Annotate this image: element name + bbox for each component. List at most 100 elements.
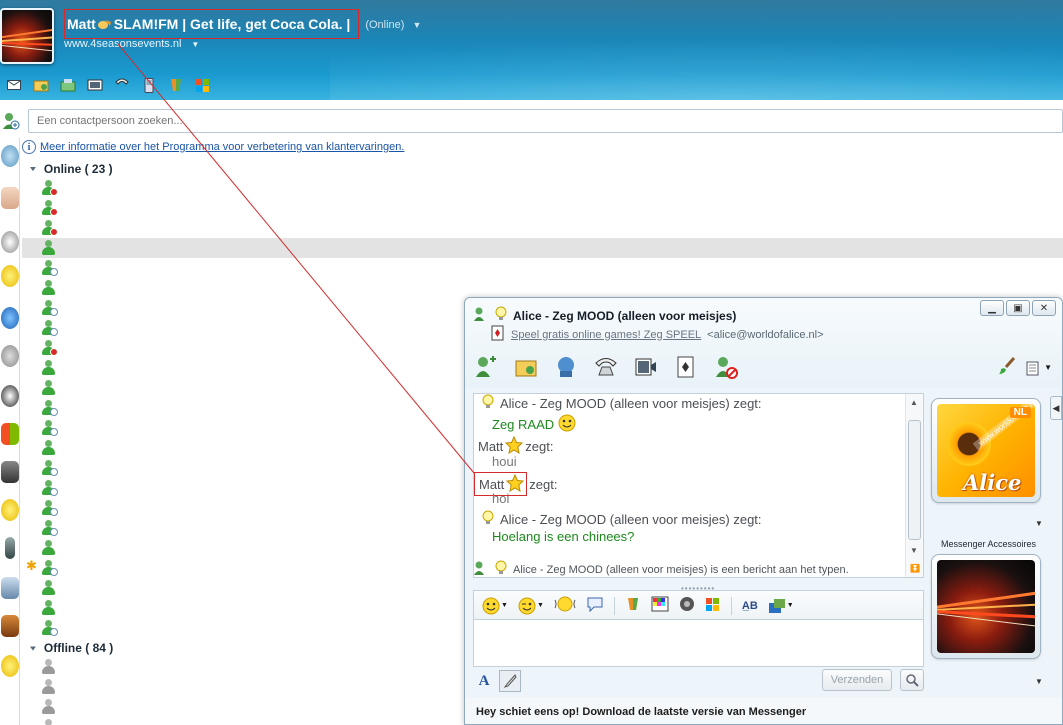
contact-status-icon [40,699,56,715]
mobile-icon[interactable] [139,76,158,94]
message-sender: Matt [479,477,505,492]
own-picture-dropdown-icon[interactable]: ▼ [1035,677,1043,686]
video-call-icon[interactable] [633,354,659,380]
emoticon-picker-icon[interactable]: ▼ [482,597,508,615]
contact-picture-dropdown-icon[interactable]: ▼ [1035,519,1043,528]
rail-character-icon[interactable] [0,612,19,640]
contact-row[interactable] [22,278,1063,298]
send-button[interactable]: Verzenden [822,669,892,691]
scroll-up-icon[interactable]: ▲ [910,398,918,407]
offline-group-label: Offline ( 84 ) [43,641,114,655]
personal-message: SLAM!FM | Get life, get Coca Cola. | [113,16,351,32]
rail-soccer-icon[interactable] [0,382,19,410]
typing-status-text: Alice - Zeg MOOD (alleen voor meisjes) i… [513,563,849,576]
rail-today-icon[interactable] [0,142,19,170]
ceip-info-link[interactable]: Meer informatie over het Programma voor … [40,141,404,153]
message-verb: zegt: [525,439,554,454]
status-dropdown-icon[interactable]: ▼ [412,20,421,30]
rail-wink-icon[interactable] [0,496,19,524]
nudge-icon[interactable] [554,595,576,616]
contact-search-input[interactable] [28,109,1063,133]
share-apps-icon[interactable] [553,354,579,380]
video-icon[interactable] [85,76,104,94]
share-files-icon[interactable] [513,354,539,380]
windows-flag-icon[interactable] [193,76,212,94]
webcam-icon[interactable] [679,596,695,615]
voice-clip-icon[interactable] [586,595,604,616]
scroll-down-icon[interactable]: ▼ [910,546,918,555]
spellcheck-icon[interactable]: A̲B [742,600,758,612]
paintbrush-icon[interactable] [998,357,1016,378]
contacts-sync-icon[interactable] [58,76,77,94]
website-text[interactable]: www.4seasonsevents.nl [64,38,181,50]
scroll-thumb[interactable] [908,420,921,540]
ad-banner[interactable]: Hey schiet eens op! Download de laatste … [465,698,1062,724]
games-icon[interactable] [166,76,185,94]
wink-picker-icon[interactable]: ▼ [518,597,544,615]
chat-toolbar [465,349,1062,385]
phone-icon[interactable] [112,76,131,94]
rail-windows-icon[interactable] [0,420,19,448]
message-compose-input[interactable] [473,619,924,667]
invite-contact-icon[interactable] [473,354,499,380]
shared-folder-icon[interactable] [31,76,50,94]
call-icon[interactable] [593,354,619,380]
message-text: Hoelang is een chinees? [492,529,635,544]
games-icon[interactable] [673,354,699,380]
collapse-chevron-icon[interactable]: ▼ [28,644,38,652]
contact-row[interactable] [22,198,1063,218]
send-file-icon[interactable]: ▼ [768,598,794,614]
contact-status-icon [40,340,58,356]
status-text[interactable]: (Online) [365,19,404,31]
collapse-chevron-icon[interactable]: ▼ [28,165,38,173]
close-button[interactable]: ✕ [1032,300,1056,316]
contact-row[interactable] [22,218,1063,238]
rail-media-player-icon[interactable] [0,304,19,332]
online-group-label: Online ( 23 ) [43,162,113,176]
rail-contacts-icon[interactable] [0,458,19,486]
contact-status-icon [40,300,58,316]
own-avatar[interactable] [0,8,54,64]
contact-display-picture[interactable]: www.worldofalice.nl NL Alice [931,398,1041,503]
add-contact-icon[interactable] [2,112,20,133]
scroll-end-icon[interactable]: ⏬ [910,564,920,573]
mail-icon[interactable] [4,76,23,94]
rail-grin-icon[interactable] [0,652,19,680]
online-group-header[interactable]: ▼ Online ( 23 ) [28,162,113,176]
website-dropdown-icon[interactable]: ▼ [191,40,199,50]
rail-music-icon[interactable] [0,574,19,602]
handwriting-icon[interactable] [499,670,521,692]
background-picker-icon[interactable] [651,596,669,615]
rail-xbox-icon[interactable] [0,342,19,370]
search-icon[interactable] [900,669,924,691]
minimize-button[interactable]: ▁ [980,300,1004,316]
rail-radio-icon[interactable] [0,228,19,256]
windows-flag-icon[interactable] [705,596,721,615]
games-icon[interactable] [625,596,641,615]
contact-status-icon [40,460,58,476]
rail-emoticon-icon[interactable] [0,262,19,290]
contact-row[interactable] [22,238,1063,258]
conversation-history[interactable]: Alice - Zeg MOOD (alleen voor meisjes) z… [473,393,924,578]
contact-status-icon [40,440,56,456]
contact-row[interactable] [22,258,1063,278]
contact-status-icon [40,200,58,216]
menu-icon[interactable]: ▼ [1026,360,1052,376]
chat-subtitle-link[interactable]: Speel gratis online games! Zeg SPEEL [511,329,701,341]
collapse-pane-button[interactable]: ◀ [1050,396,1062,420]
block-contact-icon[interactable] [713,354,739,380]
rail-mobile-icon[interactable] [0,534,19,562]
contact-row[interactable] [22,178,1063,198]
rail-photo-icon[interactable] [0,184,19,212]
own-display-picture[interactable] [931,554,1041,659]
name-message-highlight[interactable]: Matt SLAM!FM | Get life, get Coca Cola. … [64,9,360,39]
maximize-button[interactable]: ▣ [1006,300,1030,316]
font-icon[interactable]: A [473,670,495,692]
conversation-scrollbar[interactable]: ▲ ▼ ⏬ [905,394,923,577]
accessories-label[interactable]: Messenger Accessoires [941,539,1036,549]
contact-status-icon [40,659,56,675]
contact-status-icon [40,540,56,556]
contact-status-icon [40,400,58,416]
offline-group-header[interactable]: ▼ Offline ( 84 ) [28,641,113,655]
contact-status-icon [40,260,58,276]
